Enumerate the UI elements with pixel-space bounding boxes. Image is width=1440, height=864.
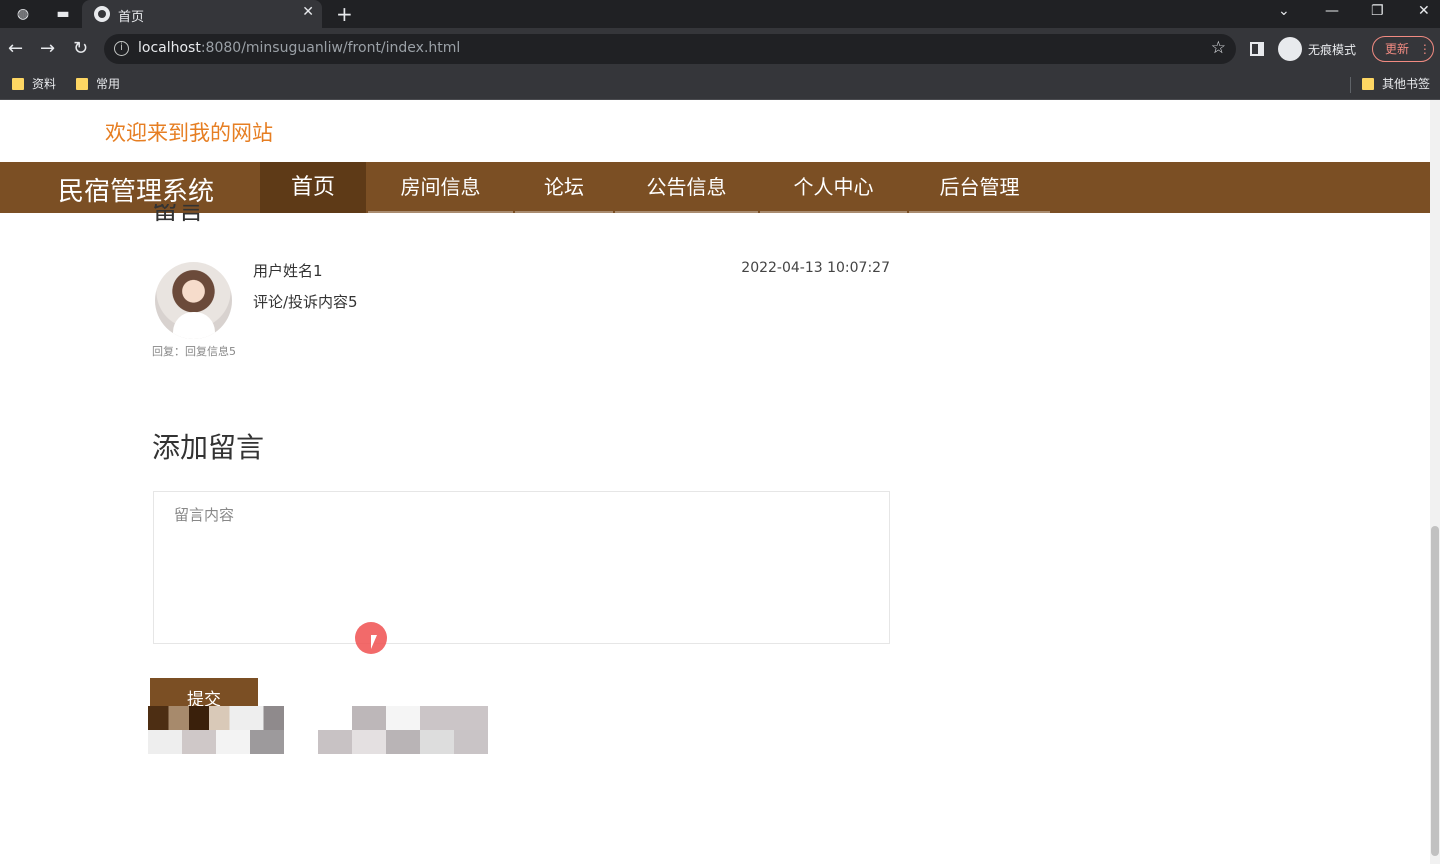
nav-rooms[interactable]: 房间信息 [368, 162, 513, 213]
avatar [155, 262, 232, 339]
info-icon[interactable]: i [114, 41, 129, 56]
pixelated-overlay [148, 706, 488, 754]
bookmark-folder[interactable]: 资料 [12, 75, 56, 92]
comment-item: 用户姓名1 评论/投诉内容5 2022-04-13 10:07:27 回复：回复… [152, 260, 892, 360]
chevron-down-icon[interactable]: ⌄ [1278, 3, 1290, 19]
nav-announcements[interactable]: 公告信息 [615, 162, 758, 213]
folder-icon [1362, 77, 1374, 90]
star-icon[interactable]: ☆ [1211, 38, 1226, 58]
comment-user: 用户姓名1 [253, 262, 323, 280]
browser-tab-active[interactable]: 首页 ✕ [82, 0, 322, 28]
close-icon[interactable]: ✕ [302, 4, 314, 20]
incognito-label: 无痕模式 [1308, 43, 1357, 57]
globe-icon [94, 6, 110, 22]
browser-tab-bar: ◍ ▬ 首页 ✕ + ⌄ — ❐ ✕ [0, 0, 1440, 28]
comment-reply: 回复：回复信息5 [152, 345, 236, 358]
address-bar[interactable]: i localhost:8080/minsuguanliw/front/inde… [104, 34, 1236, 64]
cursor-icon [371, 635, 383, 649]
nav-profile[interactable]: 个人中心 [760, 162, 907, 213]
forward-icon[interactable]: → [40, 38, 55, 59]
welcome-text: 欢迎来到我的网站 [105, 121, 273, 145]
back-icon[interactable]: ← [8, 38, 23, 59]
minimize-icon[interactable]: — [1325, 3, 1339, 19]
other-bookmarks[interactable]: 其他书签 [1362, 75, 1430, 92]
nav-forum[interactable]: 论坛 [515, 162, 613, 213]
folder-icon [76, 77, 88, 90]
site-brand: 民宿管理系统 [58, 177, 215, 207]
more-icon[interactable]: ⋮ [1419, 42, 1431, 56]
comments-title: 留言 [152, 204, 205, 226]
bookmarks-bar: 资料 常用 其他书签 [0, 70, 1440, 100]
url-text[interactable]: localhost:8080/minsuguanliw/front/index.… [138, 40, 460, 56]
browser-toolbar: ← → ↻ i localhost:8080/minsuguanliw/fron… [0, 28, 1440, 70]
main-navbar: 民宿管理系统 首页 房间信息 论坛 公告信息 个人中心 后台管理 [0, 162, 1430, 213]
folder-icon [12, 77, 24, 90]
comment-time: 2022-04-13 10:07:27 [741, 260, 890, 276]
update-button[interactable]: 更新 ⋮ [1372, 36, 1434, 62]
add-comment-title: 添加留言 [152, 431, 265, 464]
bookmark-folder[interactable]: 常用 [76, 75, 120, 92]
globe-icon[interactable]: ◍ [14, 5, 32, 23]
new-tab-icon[interactable]: + [336, 2, 353, 26]
tab-title: 首页 [118, 10, 145, 25]
comment-textarea[interactable] [153, 491, 890, 644]
restore-icon[interactable]: ❐ [1371, 3, 1384, 19]
nav-admin[interactable]: 后台管理 [909, 162, 1050, 213]
scrollbar[interactable] [1430, 100, 1440, 864]
nav-home[interactable]: 首页 [260, 162, 366, 213]
incognito-icon[interactable] [1278, 37, 1302, 61]
window-close-icon[interactable]: ✕ [1418, 3, 1430, 19]
tab-group-icon[interactable]: ▬ [54, 5, 72, 23]
scroll-thumb[interactable] [1431, 526, 1439, 856]
bookmark-divider [1350, 77, 1351, 93]
side-panel-icon[interactable] [1250, 42, 1264, 56]
page-viewport: 欢迎来到我的网站 民宿管理系统 首页 房间信息 论坛 公告信息 个人中心 后台管… [0, 100, 1440, 864]
reload-icon[interactable]: ↻ [73, 38, 88, 59]
comment-content: 评论/投诉内容5 [253, 293, 358, 311]
